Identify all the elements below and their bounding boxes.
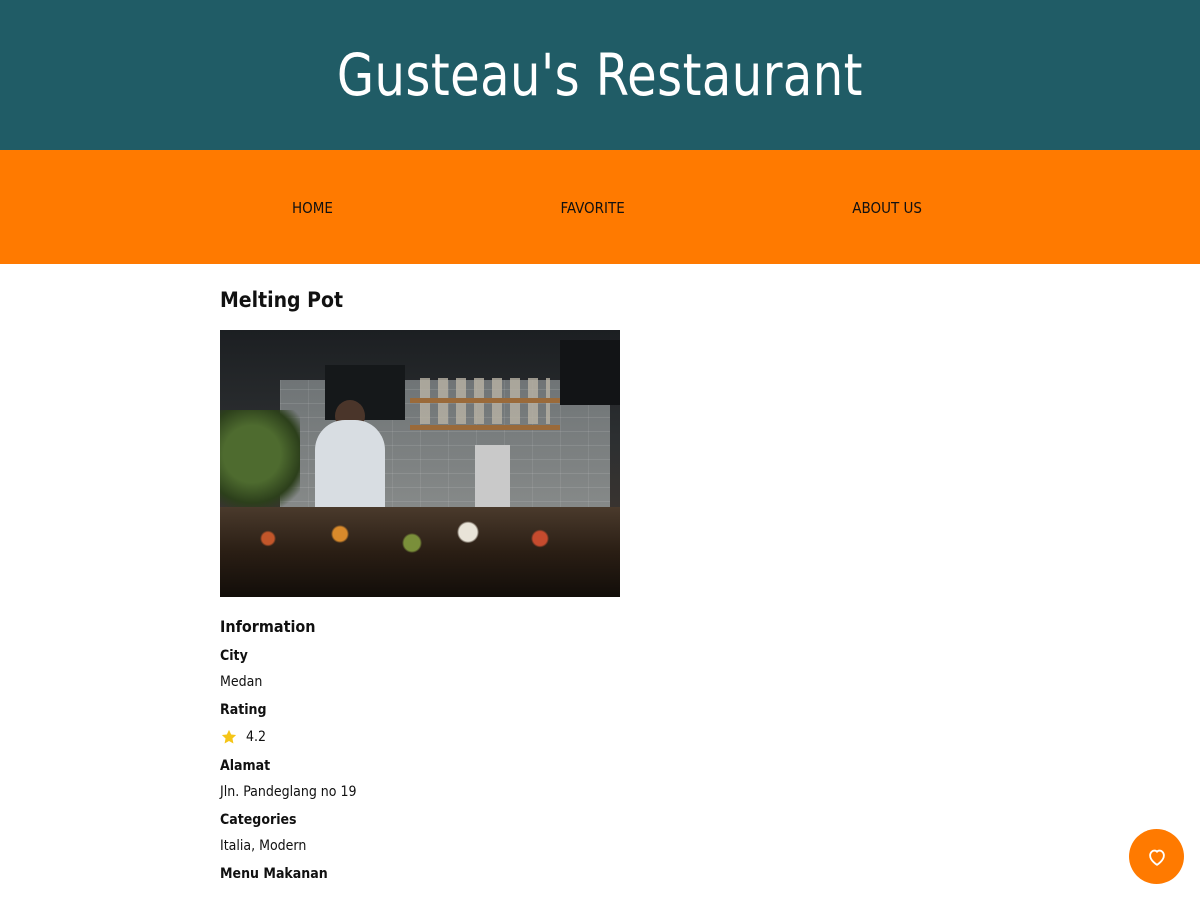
restaurant-name: Melting Pot <box>220 288 344 312</box>
information-heading: Information <box>220 617 316 636</box>
heart-outline-icon <box>1148 849 1165 866</box>
star-icon <box>221 729 237 744</box>
site-title: Gusteau's Restaurant <box>336 41 864 109</box>
city-label: City <box>220 648 248 664</box>
city-value: Medan <box>220 674 263 690</box>
nav-item-about-us: ABOUT US <box>852 198 922 217</box>
address-label: Alamat <box>220 758 271 774</box>
categories-label: Categories <box>220 812 297 828</box>
nav-link-home[interactable]: HOME <box>292 199 333 217</box>
rating-label: Rating <box>220 702 267 718</box>
favorite-button[interactable] <box>1129 829 1184 884</box>
menu-food-label: Menu Makanan <box>220 866 328 882</box>
nav-item-favorite: FAVORITE <box>560 198 624 217</box>
nav-link-favorite[interactable]: FAVORITE <box>560 199 624 217</box>
main-nav: HOME FAVORITE ABOUT US <box>0 150 1200 264</box>
site-header: Gusteau's Restaurant <box>0 0 1200 150</box>
restaurant-detail: Melting Pot Information City Medan Ratin… <box>220 264 980 882</box>
nav-list: HOME FAVORITE ABOUT US <box>0 150 1200 264</box>
address-value: Jln. Pandeglang no 19 <box>220 784 357 800</box>
categories-value: Italia, Modern <box>220 838 307 854</box>
nav-item-home: HOME <box>292 198 333 217</box>
rating-row: 4.2 <box>220 728 980 746</box>
restaurant-photo <box>220 330 620 597</box>
rating-value: 4.2 <box>246 729 267 745</box>
nav-link-about-us[interactable]: ABOUT US <box>852 199 922 217</box>
